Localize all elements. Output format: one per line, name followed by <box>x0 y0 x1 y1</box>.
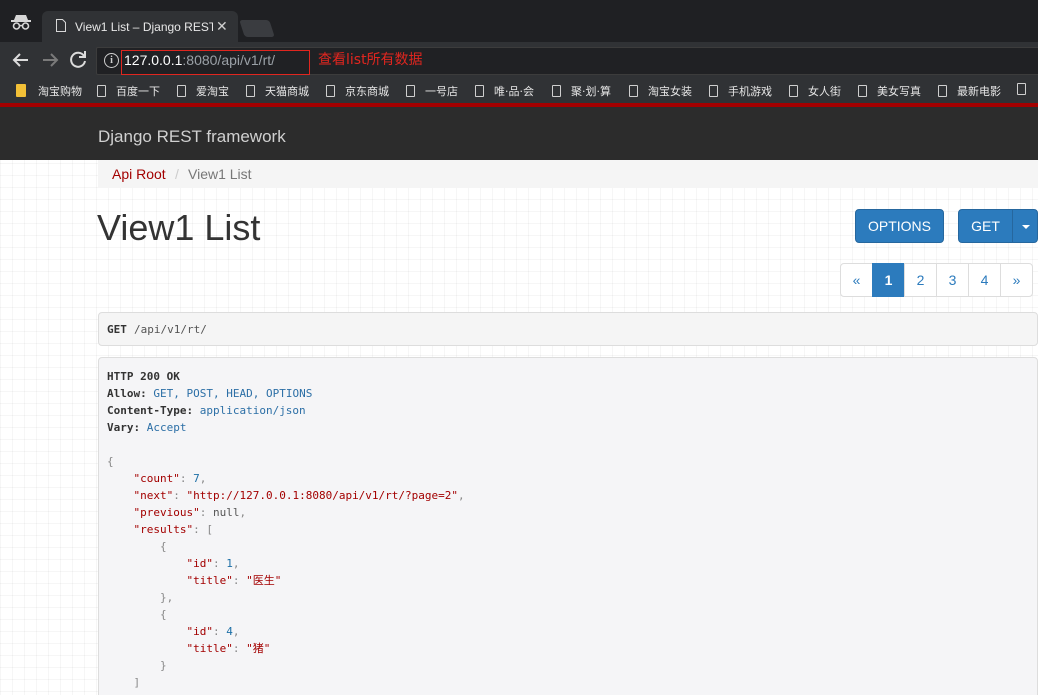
page-icon <box>406 85 415 97</box>
bookmark-item[interactable]: 聚·划·算 <box>552 83 611 99</box>
reload-icon[interactable] <box>66 48 90 72</box>
info-icon[interactable]: i <box>104 53 119 68</box>
page-icon <box>326 85 335 97</box>
page-icon <box>552 85 561 97</box>
pagination: « 1 2 3 4 » <box>840 263 1033 297</box>
response-header-allow: Allow: GET, POST, HEAD, OPTIONS <box>107 387 313 400</box>
json-line-title: "title": "猪" <box>186 642 271 655</box>
page-icon <box>475 85 484 97</box>
page-icon <box>709 85 718 97</box>
json-line-id: "id": 4, <box>186 625 240 638</box>
json-line-next: "next": "http://127.0.0.1:8080/api/v1/rt… <box>133 489 465 502</box>
json-line-title: "title": "医生" <box>186 574 282 587</box>
response-info: HTTP 200 OK Allow: GET, POST, HEAD, OPTI… <box>98 357 1038 695</box>
json-line: }, <box>159 591 174 604</box>
response-header-vary: Vary: Accept <box>107 421 187 434</box>
breadcrumb-api-root[interactable]: Api Root <box>112 166 166 182</box>
options-button[interactable]: OPTIONS <box>855 209 944 243</box>
page-icon <box>1017 83 1026 95</box>
new-tab-button[interactable] <box>239 20 275 37</box>
breadcrumb-separator: / <box>175 166 179 182</box>
browser-tabstrip: View1 List – Django REST fr ✕ <box>0 0 1038 42</box>
page-icon <box>858 85 867 97</box>
page-4[interactable]: 4 <box>968 263 1001 297</box>
navbar-brand[interactable]: Django REST framework <box>98 127 286 147</box>
response-header-content-type: Content-Type: application/json <box>107 404 306 417</box>
json-line-id: "id": 1, <box>186 557 240 570</box>
drf-navbar: Django REST framework <box>0 103 1038 160</box>
get-button[interactable]: GET <box>958 209 1013 243</box>
json-line: { <box>107 455 114 468</box>
response-status-line: HTTP 200 OK <box>107 370 180 383</box>
json-line: ] <box>133 676 141 689</box>
page-prev[interactable]: « <box>840 263 873 297</box>
bookmark-item[interactable]: 手机游戏 <box>709 83 772 99</box>
json-line-count: "count": 7, <box>133 472 207 485</box>
bookmark-item[interactable]: 女人街 <box>789 83 841 99</box>
forward-arrow-icon[interactable] <box>38 48 62 72</box>
page-content: Django REST framework Api Root / View1 L… <box>0 103 1038 695</box>
browser-tab-active[interactable]: View1 List – Django REST fr ✕ <box>42 11 238 42</box>
breadcrumb: Api Root / View1 List <box>98 160 1038 188</box>
bookmark-item[interactable]: 一号店 <box>406 83 458 99</box>
breadcrumb-current: View1 List <box>188 166 252 182</box>
bookmark-item[interactable] <box>1017 83 1036 96</box>
page-icon <box>789 85 798 97</box>
tab-close-icon[interactable]: ✕ <box>216 18 228 35</box>
json-line: } <box>107 691 114 695</box>
bookmark-item[interactable]: 京东商城 <box>326 83 389 99</box>
page-icon <box>629 85 638 97</box>
bookmark-item[interactable]: 百度一下 <box>97 83 160 99</box>
bookmark-item[interactable]: 淘宝女装 <box>629 83 692 99</box>
back-arrow-icon[interactable] <box>9 48 33 72</box>
page-1[interactable]: 1 <box>872 263 905 297</box>
page-icon <box>246 85 255 97</box>
request-method: GET <box>107 323 127 336</box>
page-icon <box>938 85 947 97</box>
json-line: { <box>159 608 167 621</box>
caret-down-icon <box>1022 225 1030 229</box>
url-highlight-box <box>121 50 310 75</box>
json-line: { <box>159 540 167 553</box>
json-line-previous: "previous": null, <box>133 506 247 519</box>
bookmark-item[interactable]: 最新电影 <box>938 83 1001 99</box>
page-title: View1 List <box>97 207 261 248</box>
page-2[interactable]: 2 <box>904 263 937 297</box>
annotation-text: 查看list所有数据 <box>318 52 423 68</box>
bookmark-item[interactable]: 天猫商城 <box>246 83 309 99</box>
json-line: } <box>159 659 167 672</box>
tab-title: View1 List – Django REST fr <box>75 20 213 34</box>
request-info: GET /api/v1/rt/ <box>98 312 1038 346</box>
get-dropdown-button[interactable] <box>1012 209 1038 243</box>
page-icon <box>97 85 106 97</box>
bookmark-item[interactable]: 美女写真 <box>858 83 921 99</box>
page-3[interactable]: 3 <box>936 263 969 297</box>
bookmarks-bar: 淘宝购物 百度一下 爱淘宝 天猫商城 京东商城 一号店 唯·品·会 聚·划·算 … <box>0 78 1038 103</box>
folder-icon <box>16 84 26 97</box>
page-icon <box>56 19 66 32</box>
json-line-results: "results": [ <box>133 523 213 536</box>
page-next[interactable]: » <box>1000 263 1033 297</box>
bookmark-item[interactable]: 爱淘宝 <box>177 83 229 99</box>
request-path: /api/v1/rt/ <box>134 323 207 336</box>
bookmark-item[interactable]: 唯·品·会 <box>475 83 534 99</box>
incognito-icon <box>11 15 31 30</box>
bookmark-item[interactable]: 淘宝购物 <box>16 83 82 99</box>
page-icon <box>177 85 186 97</box>
